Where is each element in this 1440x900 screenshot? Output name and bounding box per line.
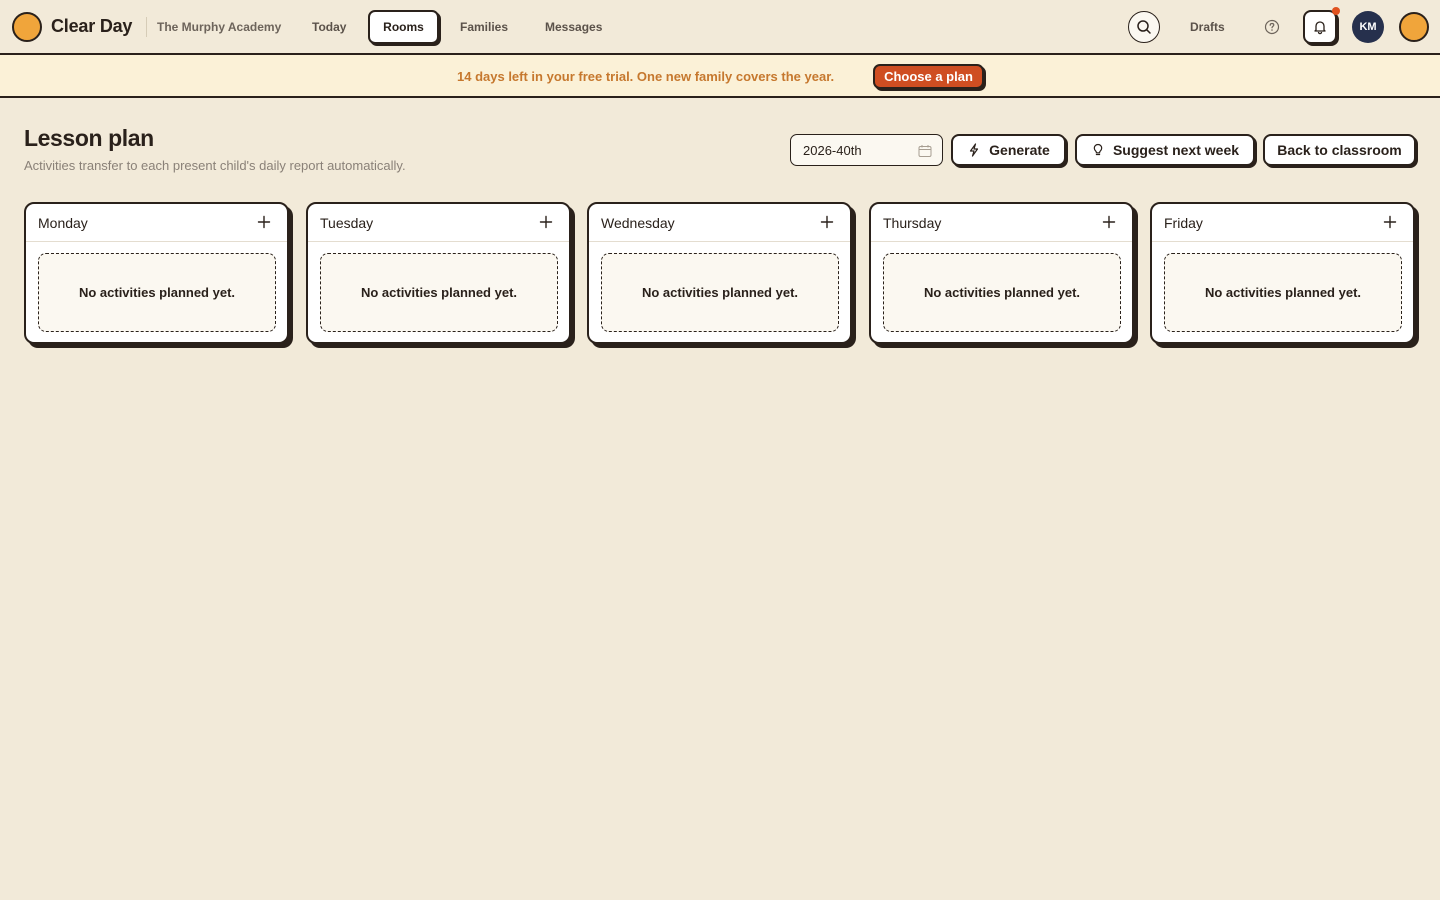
day-name: Friday <box>1164 215 1203 231</box>
day-column-wednesday: Wednesday No activities planned yet. <box>587 202 852 344</box>
day-column-monday: Monday No activities planned yet. <box>24 202 289 344</box>
search-icon <box>1137 20 1151 34</box>
day-column-tuesday: Tuesday No activities planned yet. <box>306 202 571 344</box>
plus-icon <box>257 215 271 229</box>
trial-banner-text: 14 days left in your free trial. One new… <box>457 69 835 84</box>
nav-academy[interactable]: The Murphy Academy <box>157 20 281 34</box>
school-avatar[interactable] <box>1399 12 1429 42</box>
trial-banner: 14 days left in your free trial. One new… <box>0 55 1440 98</box>
notification-dot <box>1332 7 1340 15</box>
day-column-friday: Friday No activities planned yet. <box>1150 202 1415 344</box>
week-picker-input[interactable]: 2026-40th <box>790 134 943 166</box>
day-column-thursday: Thursday No activities planned yet. <box>869 202 1134 344</box>
search-button[interactable] <box>1128 11 1160 43</box>
notifications-button[interactable] <box>1303 10 1337 44</box>
day-name: Thursday <box>883 215 942 231</box>
suggest-label: Suggest next week <box>1112 142 1240 158</box>
week-value: 2026-40th <box>803 142 862 158</box>
generate-label: Generate <box>989 142 1050 158</box>
nav-today[interactable]: Today <box>312 20 346 34</box>
day-header: Tuesday <box>308 204 569 242</box>
plus-icon <box>1383 215 1397 229</box>
logo-icon[interactable] <box>12 12 42 42</box>
bell-icon <box>1314 21 1326 35</box>
day-name: Tuesday <box>320 215 374 231</box>
plus-icon <box>820 215 834 229</box>
help-icon <box>1264 19 1280 35</box>
nav-families[interactable]: Families <box>460 20 508 34</box>
nav-rooms[interactable]: Rooms <box>368 10 439 44</box>
day-name: Monday <box>38 215 88 231</box>
user-avatar[interactable]: KM <box>1352 11 1384 43</box>
brand-name[interactable]: Clear Day <box>51 16 132 37</box>
add-activity-button[interactable] <box>537 213 555 231</box>
empty-state: No activities planned yet. <box>320 253 558 332</box>
help-button[interactable] <box>1263 18 1281 36</box>
lightbulb-icon <box>1093 143 1103 156</box>
choose-plan-button[interactable]: Choose a plan <box>873 64 984 89</box>
lightning-icon <box>970 143 979 157</box>
nav-drafts[interactable]: Drafts <box>1190 20 1225 34</box>
nav-divider <box>146 17 147 37</box>
plus-icon <box>539 215 553 229</box>
empty-state: No activities planned yet. <box>38 253 276 332</box>
empty-state: No activities planned yet. <box>883 253 1121 332</box>
add-activity-button[interactable] <box>255 213 273 231</box>
plus-icon <box>1102 215 1116 229</box>
day-header: Monday <box>26 204 287 242</box>
add-activity-button[interactable] <box>1100 213 1118 231</box>
day-name: Wednesday <box>601 215 675 231</box>
suggest-next-week-button[interactable]: Suggest next week <box>1075 134 1255 166</box>
empty-state: No activities planned yet. <box>601 253 839 332</box>
empty-state: No activities planned yet. <box>1164 253 1402 332</box>
nav-messages[interactable]: Messages <box>545 20 602 34</box>
page-subtitle: Activities transfer to each present chil… <box>24 158 406 173</box>
day-header: Wednesday <box>589 204 850 242</box>
add-activity-button[interactable] <box>1381 213 1399 231</box>
page-title: Lesson plan <box>24 125 154 151</box>
back-to-classroom-button[interactable]: Back to classroom <box>1263 134 1416 166</box>
add-activity-button[interactable] <box>818 213 836 231</box>
day-header: Thursday <box>871 204 1132 242</box>
generate-button[interactable]: Generate <box>951 134 1066 166</box>
top-nav: Clear Day The Murphy Academy Today Rooms… <box>0 0 1440 55</box>
calendar-icon[interactable] <box>918 144 932 158</box>
day-header: Friday <box>1152 204 1413 242</box>
